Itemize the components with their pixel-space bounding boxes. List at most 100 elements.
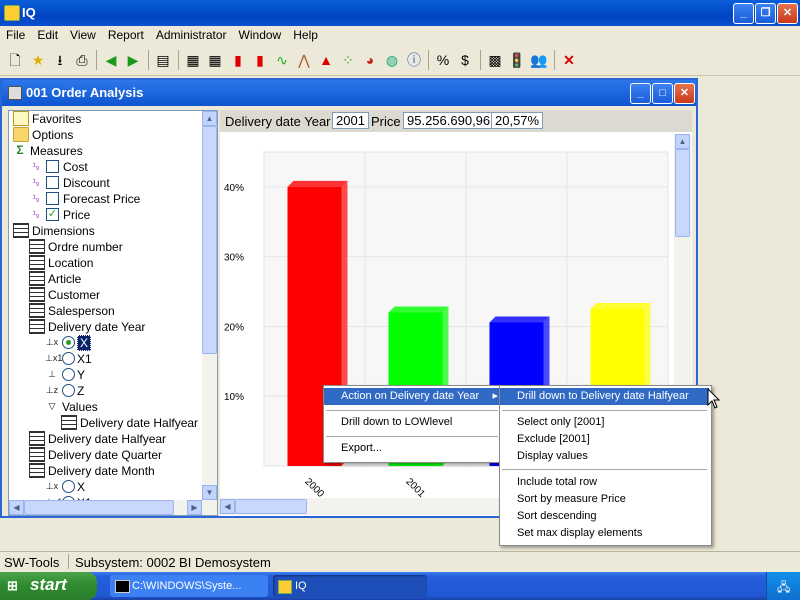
- tree-vertical-scrollbar[interactable]: ▲ ▼: [202, 111, 217, 500]
- layout-icon[interactable]: ▤: [153, 50, 173, 70]
- tree-item[interactable]: ⊥x X: [45, 335, 92, 351]
- submenu-sort-by-measure[interactable]: Sort by measure Price: [500, 491, 626, 508]
- scroll-right-icon[interactable]: ▶: [187, 500, 202, 515]
- line-chart-icon[interactable]: ∿: [272, 50, 292, 70]
- tree-item[interactable]: Salesperson: [29, 303, 115, 319]
- menu-edit[interactable]: Edit: [31, 26, 64, 42]
- tree-radio[interactable]: [62, 384, 75, 398]
- submenu-include-total-row[interactable]: Include total row: [500, 474, 597, 491]
- scroll-down-icon[interactable]: ▼: [202, 485, 217, 500]
- tree-item[interactable]: Delivery date Halfyear: [29, 431, 166, 447]
- menu-export[interactable]: Export...: [324, 440, 382, 457]
- minimize-button[interactable]: _: [733, 3, 754, 24]
- tree-item-label: Forecast Price: [63, 192, 141, 206]
- menu-administrator[interactable]: Administrator: [150, 26, 233, 42]
- delete-icon[interactable]: ✕: [559, 50, 579, 70]
- menu-file[interactable]: File: [0, 26, 31, 42]
- tree-item[interactable]: Location: [29, 255, 93, 271]
- tree-radio[interactable]: [62, 336, 75, 350]
- tree-item[interactable]: Dimensions: [13, 223, 95, 239]
- scroll-thumb[interactable]: [24, 500, 174, 515]
- grid-icon[interactable]: ▦: [183, 50, 203, 70]
- taskbar-item-iq[interactable]: IQ: [273, 575, 427, 597]
- tree-item[interactable]: ¹₉ Cost: [29, 159, 88, 175]
- menu-view[interactable]: View: [64, 26, 102, 42]
- menu-report[interactable]: Report: [102, 26, 150, 42]
- users-icon[interactable]: 👥: [529, 50, 549, 70]
- tree-item[interactable]: Σ Measures: [13, 143, 82, 159]
- submenu-sort-descending[interactable]: Sort descending: [500, 508, 597, 525]
- menu-help[interactable]: Help: [287, 26, 324, 42]
- menu-drill-down-lowlevel[interactable]: Drill down to LOWlevel: [324, 414, 452, 431]
- area-chart-icon[interactable]: ▲: [316, 50, 336, 70]
- window-maximize-button[interactable]: □: [652, 83, 673, 104]
- grid-add-icon[interactable]: ▦: [205, 50, 225, 70]
- menu-action-on-dimension[interactable]: Action on Delivery date Year ▸: [324, 388, 502, 405]
- bar-chart-icon[interactable]: ▮: [228, 50, 248, 70]
- scroll-up-icon[interactable]: ▲: [202, 111, 217, 126]
- scroll-left-icon[interactable]: ◀: [220, 499, 235, 514]
- axis-y-icon: ⊥: [48, 369, 56, 380]
- window-close-button[interactable]: ✕: [674, 83, 695, 104]
- tree-radio[interactable]: [62, 480, 75, 494]
- tree-item[interactable]: Delivery date Quarter: [29, 447, 162, 463]
- tree-item[interactable]: ⊥z Z: [45, 383, 85, 399]
- tree-item[interactable]: Delivery date Year: [29, 319, 145, 335]
- submenu-exclude[interactable]: Exclude [2001]: [500, 431, 590, 448]
- network-icon[interactable]: 🖧: [777, 578, 791, 594]
- tree-item[interactable]: ¹₉ Forecast Price: [29, 191, 141, 207]
- currency-icon[interactable]: $: [455, 50, 475, 70]
- scatter-chart-icon[interactable]: ⁘: [338, 50, 358, 70]
- scroll-thumb[interactable]: [235, 499, 307, 514]
- tree-item[interactable]: Options: [13, 127, 73, 143]
- tree-item[interactable]: Ordre number: [29, 239, 123, 255]
- trend-chart-icon[interactable]: ⋀: [294, 50, 314, 70]
- tree-checkbox[interactable]: [46, 160, 59, 174]
- tree-item[interactable]: ¹₉ Discount: [29, 175, 110, 191]
- printer-icon[interactable]: ⎙: [72, 50, 92, 70]
- tree-item-label: Delivery date Halfyear: [48, 432, 167, 446]
- traffic-light-icon[interactable]: 🚦: [507, 50, 527, 70]
- restore-button[interactable]: ❐: [755, 3, 776, 24]
- forward-arrow-icon[interactable]: ▶: [123, 50, 143, 70]
- tree-horizontal-scrollbar[interactable]: ◀ ▶: [9, 500, 217, 515]
- tree-item[interactable]: ¹₉ ✓ Price: [29, 207, 91, 223]
- tree-checkbox[interactable]: ✓: [46, 208, 59, 222]
- tree-radio[interactable]: [62, 368, 75, 382]
- tree-checkbox[interactable]: [46, 192, 59, 206]
- info-icon[interactable]: ⓘ: [404, 50, 424, 70]
- tree-item[interactable]: Favorites: [13, 111, 81, 127]
- scroll-thumb[interactable]: [202, 126, 217, 354]
- stacked-bar-chart-icon[interactable]: ▮: [250, 50, 270, 70]
- menu-window[interactable]: Window: [233, 26, 288, 42]
- tree-item[interactable]: ⊥x X: [45, 479, 85, 495]
- close-button[interactable]: ✕: [777, 3, 798, 24]
- tree-radio[interactable]: [62, 352, 75, 366]
- tree-item[interactable]: Delivery date Month: [29, 463, 155, 479]
- window-minimize-button[interactable]: _: [630, 83, 651, 104]
- pie-chart-icon[interactable]: ◕: [360, 50, 380, 70]
- tree-item[interactable]: ▽ Values: [45, 399, 98, 415]
- scroll-left-icon[interactable]: ◀: [9, 500, 24, 515]
- color-grid-icon[interactable]: ▩: [485, 50, 505, 70]
- scroll-up-icon[interactable]: ▲: [675, 134, 690, 149]
- favorite-star-icon[interactable]: ★: [28, 50, 48, 70]
- tree-item[interactable]: ⊥ Y: [45, 367, 85, 383]
- new-document-icon[interactable]: 🗋: [5, 50, 25, 70]
- tree-item[interactable]: ⊥x1 X1: [45, 351, 92, 367]
- globe-icon[interactable]: ◍: [382, 50, 402, 70]
- download-icon[interactable]: ⭳: [50, 50, 70, 70]
- taskbar-item-cmd[interactable]: C:\WINDOWS\Syste...: [110, 575, 268, 597]
- start-button[interactable]: ⊞ start: [0, 572, 97, 600]
- tree-item[interactable]: Delivery date Halfyear: [61, 415, 198, 431]
- submenu-drill-down-halfyear[interactable]: Drill down to Delivery date Halfyear: [500, 388, 709, 405]
- tree-item[interactable]: Article: [29, 271, 81, 287]
- tree-item[interactable]: Customer: [29, 287, 100, 303]
- submenu-display-values[interactable]: Display values: [500, 448, 588, 465]
- submenu-set-max-display[interactable]: Set max display elements: [500, 525, 642, 542]
- submenu-select-only[interactable]: Select only [2001]: [500, 414, 604, 431]
- back-arrow-icon[interactable]: ◀: [101, 50, 121, 70]
- percent-icon[interactable]: %: [433, 50, 453, 70]
- tree-checkbox[interactable]: [46, 176, 59, 190]
- scroll-thumb[interactable]: [675, 149, 690, 237]
